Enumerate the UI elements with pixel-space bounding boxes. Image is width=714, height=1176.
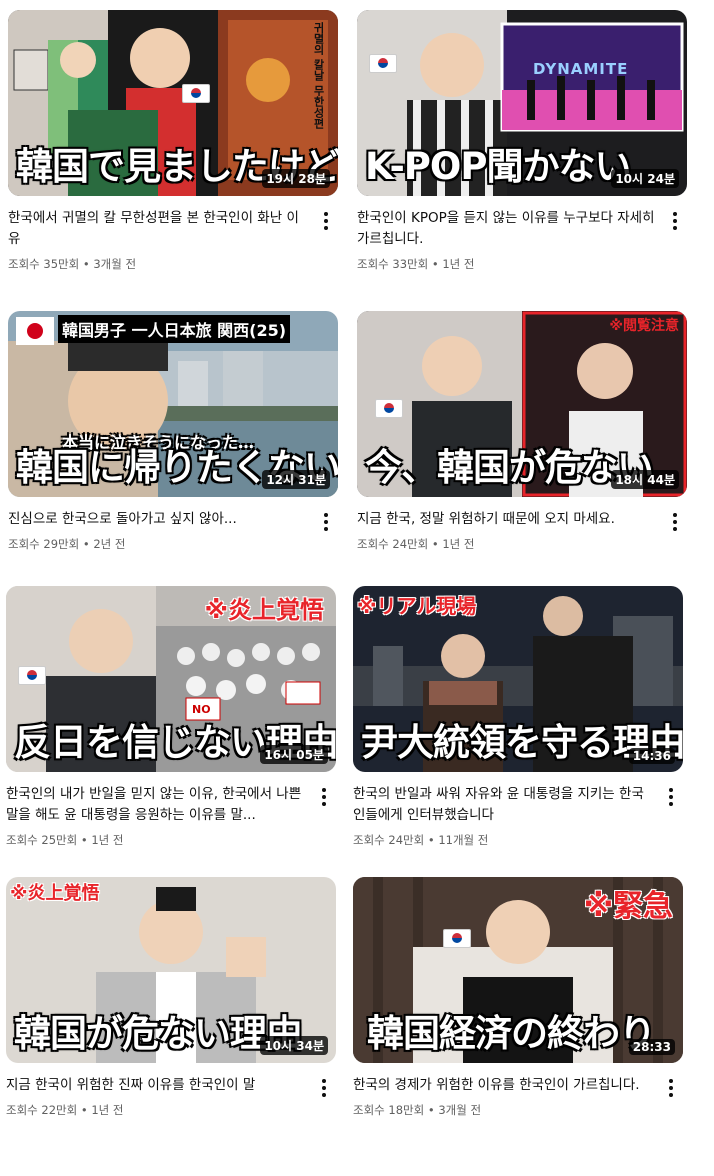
separator: • (80, 833, 88, 847)
video-card[interactable]: 韓国男子 一人日本旅 関西(25) 本当に泣きそうになった… 韓国に帰りたくない… (8, 311, 342, 552)
video-card[interactable]: ※緊急 韓国経済の終わり 28:33 한국의 경제가 위험한 이유를 한국인이 … (353, 877, 687, 1118)
more-vert-icon[interactable] (665, 511, 685, 533)
video-stats: 조회수 25만회 • 1년 전 (6, 832, 306, 848)
video-thumbnail[interactable]: 韓国男子 一人日本旅 関西(25) 本当に泣きそうになった… 韓国に帰りたくない… (8, 311, 338, 497)
video-thumbnail[interactable]: ※リアル現場 尹大統領を守る理由 14:36 (353, 586, 683, 772)
more-vert-icon[interactable] (316, 210, 336, 232)
video-title[interactable]: 한국인이 KPOP을 듣지 않는 이유를 누구보다 자세히 가르칩니다. (357, 208, 657, 250)
duration-badge: 16시 05분 (260, 745, 328, 764)
duration-badge: 10시 24분 (611, 169, 679, 188)
video-stats: 조회수 18만회 • 3개월 전 (353, 1102, 653, 1118)
thumbnail-overlay-text: K-POP聞かない (365, 145, 632, 188)
video-title[interactable]: 지금 한국, 정말 위험하기 때문에 오지 마세요. (357, 509, 657, 530)
video-thumbnail[interactable]: ※緊急 韓国経済の終わり 28:33 (353, 877, 683, 1063)
video-card[interactable]: ※閲覧注意 今、韓国が危ない 18시 44분 지금 한국, 정말 위험하기 때문… (357, 311, 691, 552)
view-count: 조회수 33만회 (357, 257, 429, 271)
separator: • (82, 537, 90, 551)
video-title[interactable]: 지금 한국이 위험한 진짜 이유를 한국인이 말 (6, 1075, 306, 1096)
video-thumbnail[interactable]: 귀멸의 칼날 무한성편 韓国で見ましたけど 19시 28분 (8, 10, 338, 196)
korea-flag-icon (18, 666, 46, 685)
korea-flag-icon (369, 54, 397, 73)
video-stats: 조회수 22만회 • 1년 전 (6, 1102, 306, 1118)
video-card[interactable]: 귀멸의 칼날 무한성편 韓国で見ましたけど 19시 28분 한국에서 귀멸의 칼… (8, 10, 342, 272)
warning-tag: ※リアル現場 (357, 594, 477, 618)
upload-age: 1년 전 (91, 833, 124, 847)
more-vert-icon[interactable] (661, 1077, 681, 1099)
separator: • (80, 1103, 88, 1117)
more-vert-icon[interactable] (665, 210, 685, 232)
more-vert-icon[interactable] (661, 786, 681, 808)
video-stats: 조회수 29만회 • 2년 전 (8, 536, 308, 552)
view-count: 조회수 24만회 (357, 537, 429, 551)
view-count: 조회수 24만회 (353, 833, 425, 847)
video-card[interactable]: DYNAMITE K-POP聞かない 10시 24분 한국인이 KPOP을 듣지… (357, 10, 691, 272)
more-vert-icon[interactable] (316, 511, 336, 533)
korea-flag-icon (443, 929, 471, 948)
upload-age: 1년 전 (442, 257, 475, 271)
warning-tag: ※炎上覚悟 (10, 883, 100, 904)
duration-badge: 28:33 (628, 1039, 675, 1055)
video-stats: 조회수 24만회 • 1년 전 (357, 536, 657, 552)
video-title[interactable]: 한국인의 내가 반일을 믿지 않는 이유, 한국에서 나쁜 말을 해도 윤 대통… (6, 784, 306, 826)
video-card[interactable]: NO ※炎上覚悟 反日を信じない理由 16시 05분 한국인의 내가 반일을 믿… (6, 586, 340, 848)
thumbnail-overlay-text: 今、韓国が危ない (365, 446, 654, 489)
video-stats: 조회수 35만회 • 3개월 전 (8, 256, 308, 272)
view-count: 조회수 35만회 (8, 257, 80, 271)
poster-text: DYNAMITE (533, 60, 629, 78)
video-title[interactable]: 한국의 반일과 싸워 자유와 윤 대통령을 지키는 한국인들에게 인터뷰했습니다 (353, 784, 653, 826)
view-count: 조회수 22만회 (6, 1103, 78, 1117)
upload-age: 3개월 전 (93, 257, 137, 271)
more-vert-icon[interactable] (314, 1077, 334, 1099)
upload-age: 1년 전 (91, 1103, 124, 1117)
duration-badge: 14:36 (628, 748, 675, 764)
upload-age: 11개월 전 (438, 833, 489, 847)
view-count: 조회수 18만회 (353, 1103, 425, 1117)
view-count: 조회수 29만회 (8, 537, 80, 551)
upload-age: 1년 전 (442, 537, 475, 551)
upload-age: 2년 전 (93, 537, 126, 551)
separator: • (431, 537, 439, 551)
korea-flag-icon (375, 399, 403, 418)
japan-flag-icon (16, 317, 54, 345)
duration-badge: 19시 28분 (262, 169, 330, 188)
thumbnail-overlay-text: 韓国が危ない理由 (14, 1012, 303, 1055)
series-banner: 韓国男子 一人日本旅 関西(25) (58, 315, 291, 343)
thumbnail-overlay-text: 韓国経済の終わり (367, 1012, 656, 1055)
more-vert-icon[interactable] (314, 786, 334, 808)
video-title[interactable]: 한국의 경제가 위험한 이유를 한국인이 가르칩니다. (353, 1075, 653, 1096)
video-title[interactable]: 진심으로 한국으로 돌아가고 싶지 않아... (8, 509, 308, 530)
korea-flag-icon (182, 84, 210, 103)
separator: • (427, 1103, 435, 1117)
duration-badge: 10시 34분 (260, 1036, 328, 1055)
video-card[interactable]: ※リアル現場 尹大統領を守る理由 14:36 한국의 반일과 싸워 자유와 윤 … (353, 586, 687, 848)
warning-tag: ※閲覧注意 (609, 318, 679, 334)
video-card[interactable]: ※炎上覚悟 韓国が危ない理由 10시 34분 지금 한국이 위험한 진짜 이유를… (6, 877, 340, 1118)
poster-text: 귀멸의 칼날 무한성편 (312, 22, 325, 129)
video-thumbnail[interactable]: ※炎上覚悟 韓国が危ない理由 10시 34분 (6, 877, 336, 1063)
separator: • (431, 257, 439, 271)
warning-tag: ※炎上覚悟 (204, 596, 324, 624)
video-stats: 조회수 33만회 • 1년 전 (357, 256, 657, 272)
duration-badge: 18시 44분 (611, 470, 679, 489)
video-stats: 조회수 24만회 • 11개월 전 (353, 832, 653, 848)
duration-badge: 12시 31분 (262, 470, 330, 489)
video-thumbnail[interactable]: NO ※炎上覚悟 反日を信じない理由 16시 05분 (6, 586, 336, 772)
view-count: 조회수 25만회 (6, 833, 78, 847)
upload-age: 3개월 전 (438, 1103, 482, 1117)
video-thumbnail[interactable]: ※閲覧注意 今、韓国が危ない 18시 44분 (357, 311, 687, 497)
separator: • (82, 257, 90, 271)
video-title[interactable]: 한국에서 귀멸의 칼 무한성편을 본 한국인이 화난 이유 (8, 208, 308, 250)
separator: • (427, 833, 435, 847)
warning-tag: ※緊急 (583, 889, 673, 924)
video-thumbnail[interactable]: DYNAMITE K-POP聞かない 10시 24분 (357, 10, 687, 196)
